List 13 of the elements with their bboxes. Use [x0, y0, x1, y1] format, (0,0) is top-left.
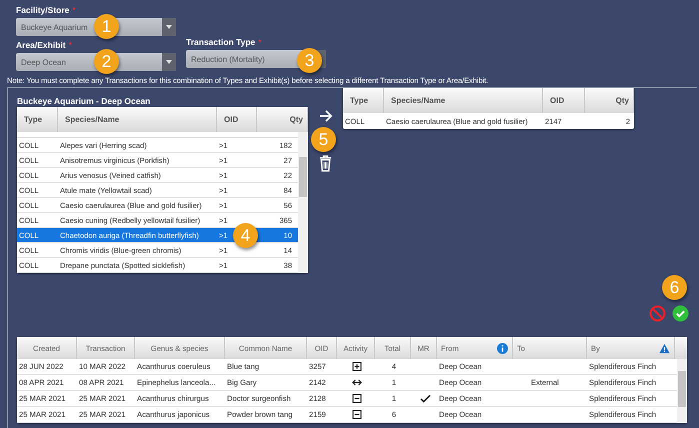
required-mark: * — [258, 37, 262, 48]
field-label: Facility/Store — [16, 5, 70, 16]
required-mark: * — [72, 5, 76, 16]
field-label: Area/Exhibit — [16, 40, 66, 51]
callout-tooltip: 3 — [297, 48, 322, 73]
callout-tooltip: 4 — [233, 223, 258, 248]
field-label: Transaction Type — [186, 37, 256, 48]
required-mark: * — [68, 40, 72, 51]
table-title: Buckeye Aquarium - Deep Ocean — [17, 96, 152, 106]
callout-tooltip: 1 — [94, 14, 119, 39]
callout-tooltip: 5 — [311, 127, 336, 152]
callout-tooltip: 6 — [662, 275, 687, 300]
callout-tooltip: 2 — [94, 49, 119, 74]
